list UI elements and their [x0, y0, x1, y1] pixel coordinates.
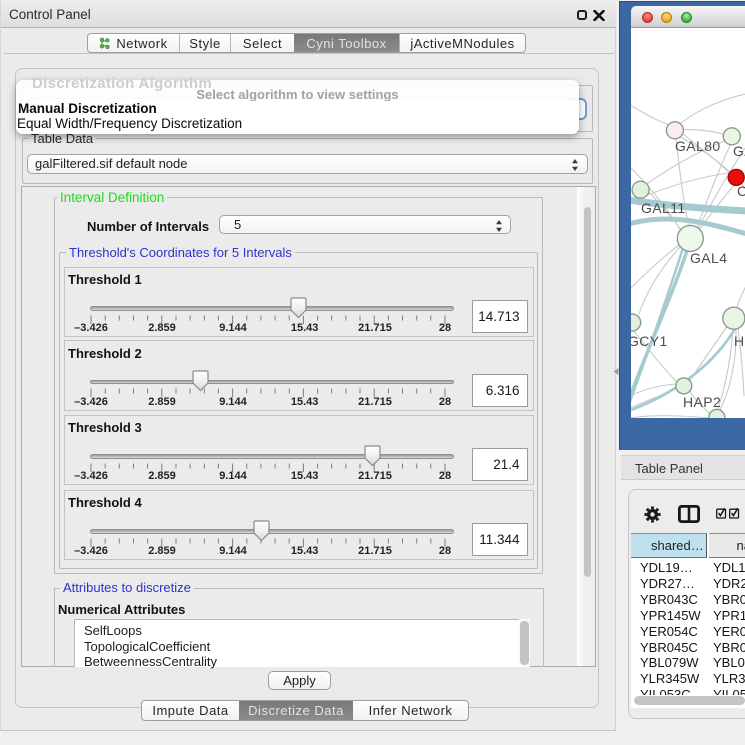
svg-text:C: C: [737, 183, 745, 199]
svg-text:GA: GA: [733, 143, 745, 159]
svg-text:GAL11: GAL11: [641, 200, 686, 216]
svg-text:GCY1: GCY1: [631, 333, 668, 349]
svg-text:HAP2: HAP2: [683, 394, 721, 410]
svg-text:GAL80: GAL80: [675, 138, 721, 154]
svg-text:GAL4: GAL4: [690, 250, 727, 266]
svg-text:H: H: [734, 333, 745, 349]
